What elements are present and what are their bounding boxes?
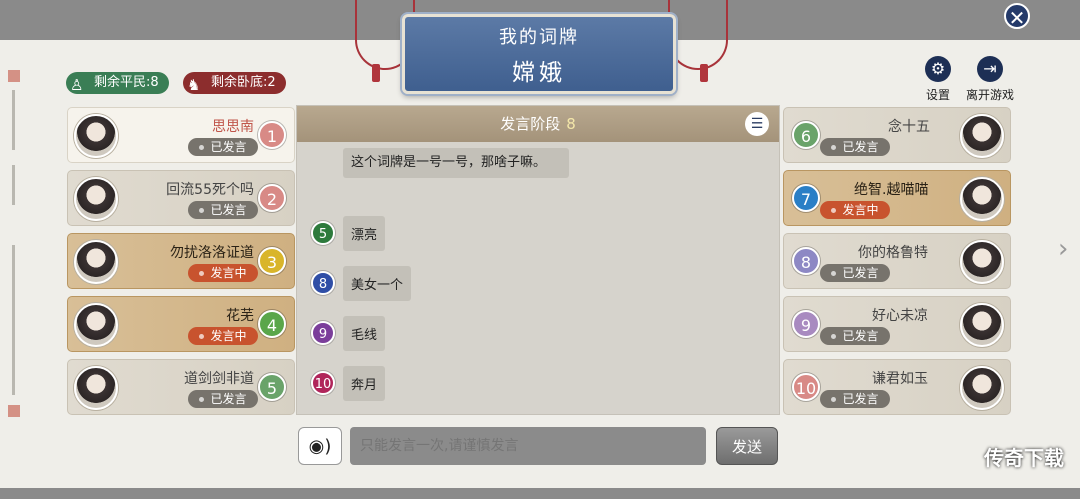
player-number: 1 [258, 121, 286, 149]
player-name: 绝智.越喵喵 [854, 182, 929, 198]
message-bubble: 这个词牌是一号一号，那啥子嘛。 [343, 148, 569, 178]
player-number: 9 [792, 310, 820, 338]
status-badge: 发言中 [820, 201, 890, 219]
undercover-icon: ♞ [187, 76, 201, 94]
player-number: 3 [258, 247, 286, 275]
civilians-remaining-text: 剩余平民:8 [94, 75, 159, 90]
avatar [74, 114, 118, 158]
leave-game-button[interactable]: ⇥ 离开游戏 [962, 56, 1018, 103]
player-number: 6 [792, 121, 820, 149]
player-card-2[interactable]: 回流55死个吗 已发言 2 [67, 170, 295, 226]
player-number: 7 [792, 184, 820, 212]
message-bubble: 毛线 [343, 316, 386, 351]
leave-game-label: 离开游戏 [965, 88, 1014, 102]
speaker-number: 10 [311, 371, 335, 395]
close-icon[interactable]: ✕ [1004, 3, 1030, 30]
phase-header: 发言阶段 8 [297, 106, 779, 142]
speaker-number: 5 [311, 221, 335, 245]
player-card-8[interactable]: 8 你的格鲁特 已发言 [783, 233, 1011, 289]
player-name: 勿扰洛洛证道 [170, 245, 254, 261]
status-badge: 已发言 [820, 264, 890, 282]
avatar [960, 177, 1004, 221]
player-name: 回流55死个吗 [166, 182, 254, 198]
voice-button[interactable]: ◉) [298, 427, 342, 465]
sound-icon: ◉) [308, 436, 332, 457]
undercover-remaining-badge: ♞ 剩余卧底:2 [183, 72, 286, 94]
status-badge: 已发言 [820, 138, 890, 156]
word-plaque-title: 我的词牌 [499, 27, 579, 48]
player-number: 4 [258, 310, 286, 338]
player-name: 念十五 [888, 119, 930, 135]
send-button[interactable]: 发送 [716, 427, 778, 465]
speaker-number: 8 [311, 271, 335, 295]
avatar [960, 303, 1004, 347]
player-card-9[interactable]: 9 好心未凉 已发言 [783, 296, 1011, 352]
player-card-6[interactable]: 6 念十五 已发言 [783, 107, 1011, 163]
player-card-5[interactable]: 道剑剑非道 已发言 5 [67, 359, 295, 415]
player-number: 8 [792, 247, 820, 275]
undercover-remaining-text: 剩余卧底:2 [211, 75, 276, 90]
status-badge: 已发言 [820, 390, 890, 408]
speech-input[interactable] [350, 427, 706, 465]
word-plaque: 我的词牌 嫦娥 [402, 14, 676, 94]
secret-word: 嫦娥 [512, 60, 566, 86]
phase-label: 发言阶段 [500, 115, 561, 133]
player-name: 花芜 [226, 308, 254, 324]
rope-decoration-right [668, 0, 728, 70]
player-name: 你的格鲁特 [858, 245, 928, 261]
watermark: 传奇下载 [984, 446, 1064, 470]
chevron-right-icon[interactable]: › [1058, 234, 1068, 264]
player-name: 谦君如玉 [872, 371, 928, 387]
message-bubble: 奔月 [343, 366, 386, 401]
status-badge: 发言中 [188, 264, 258, 282]
status-badge: 已发言 [820, 327, 890, 345]
player-number: 2 [258, 184, 286, 212]
player-name: 道剑剑非道 [184, 371, 254, 387]
player-number: 5 [258, 373, 286, 401]
settings-label: 设置 [925, 88, 950, 102]
list-icon[interactable]: ☰ [745, 112, 769, 136]
player-card-4[interactable]: 花芜 发言中 4 [67, 296, 295, 352]
chat-panel[interactable]: 发言阶段 8 ☰ 这个词牌是一号一号，那啥子嘛。 5 漂亮 8 美女一个 9 毛线… [296, 105, 780, 415]
player-card-7[interactable]: 7 绝智.越喵喵 发言中 [783, 170, 1011, 226]
avatar [74, 177, 118, 221]
exit-icon: ⇥ [977, 56, 1003, 82]
avatar [74, 366, 118, 410]
status-badge: 已发言 [188, 138, 258, 156]
player-name: 思思南 [212, 119, 254, 135]
message-bubble: 美女一个 [343, 266, 412, 301]
player-name: 好心未凉 [872, 308, 928, 324]
avatar [960, 240, 1004, 284]
player-card-1[interactable]: 思思南 已发言 1 [67, 107, 295, 163]
settings-button[interactable]: ⚙ 设置 [918, 56, 958, 103]
civilians-remaining-badge: ♙ 剩余平民:8 [66, 72, 169, 94]
tassel-right [700, 64, 708, 82]
decorative-scroll [0, 45, 30, 425]
avatar [960, 114, 1004, 158]
player-number: 10 [792, 373, 820, 401]
phase-count: 8 [566, 115, 576, 133]
gear-icon: ⚙ [925, 56, 951, 82]
status-badge: 已发言 [188, 201, 258, 219]
tassel-left [372, 64, 380, 82]
message-bubble: 漂亮 [343, 216, 386, 251]
status-badge: 已发言 [188, 390, 258, 408]
avatar [74, 240, 118, 284]
civilian-icon: ♙ [70, 76, 84, 94]
speaker-number: 9 [311, 321, 335, 345]
player-card-3[interactable]: 勿扰洛洛证道 发言中 3 [67, 233, 295, 289]
avatar [960, 366, 1004, 410]
status-badge: 发言中 [188, 327, 258, 345]
player-card-10[interactable]: 10 谦君如玉 已发言 [783, 359, 1011, 415]
avatar [74, 303, 118, 347]
